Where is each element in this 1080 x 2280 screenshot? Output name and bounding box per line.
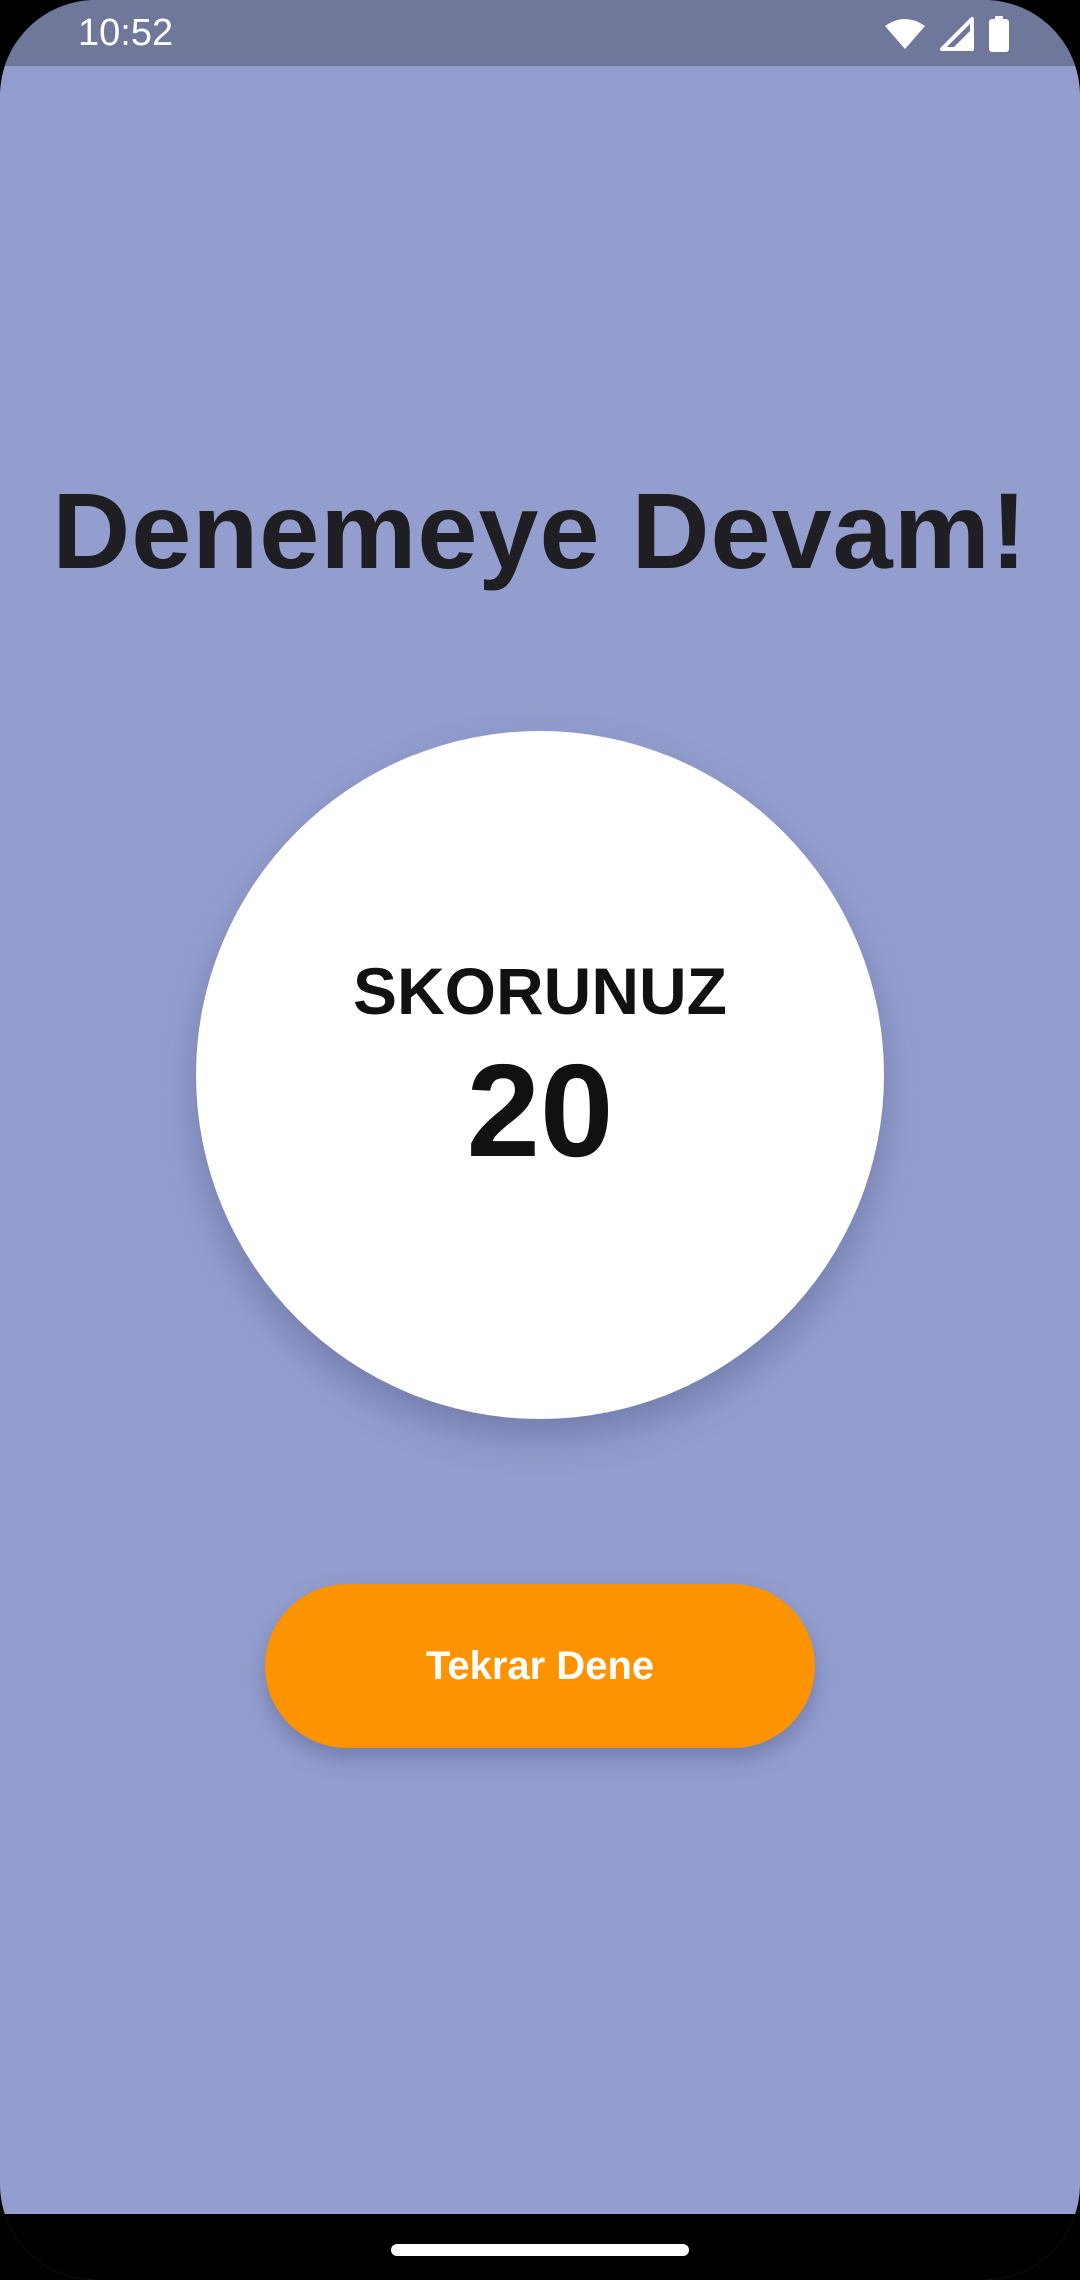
cell-signal-icon — [940, 17, 974, 51]
wifi-icon — [884, 18, 926, 50]
status-icons — [884, 14, 1010, 54]
battery-icon — [988, 16, 1010, 52]
score-circle: SKORUNUZ 20 — [196, 731, 884, 1419]
home-indicator[interactable] — [391, 2244, 689, 2256]
retry-button[interactable]: Tekrar Dene — [265, 1584, 815, 1748]
score-label: SKORUNUZ — [353, 954, 727, 1028]
page-title: Denemeye Devam! — [52, 470, 1028, 591]
app-screen: 10:52 Denemeye Devam! SKORUNUZ 20 Tekrar… — [0, 0, 1080, 2280]
status-bar: 10:52 — [0, 0, 1080, 66]
score-value: 20 — [466, 1037, 614, 1184]
status-time: 10:52 — [78, 12, 174, 54]
navigation-bar — [0, 2214, 1080, 2280]
